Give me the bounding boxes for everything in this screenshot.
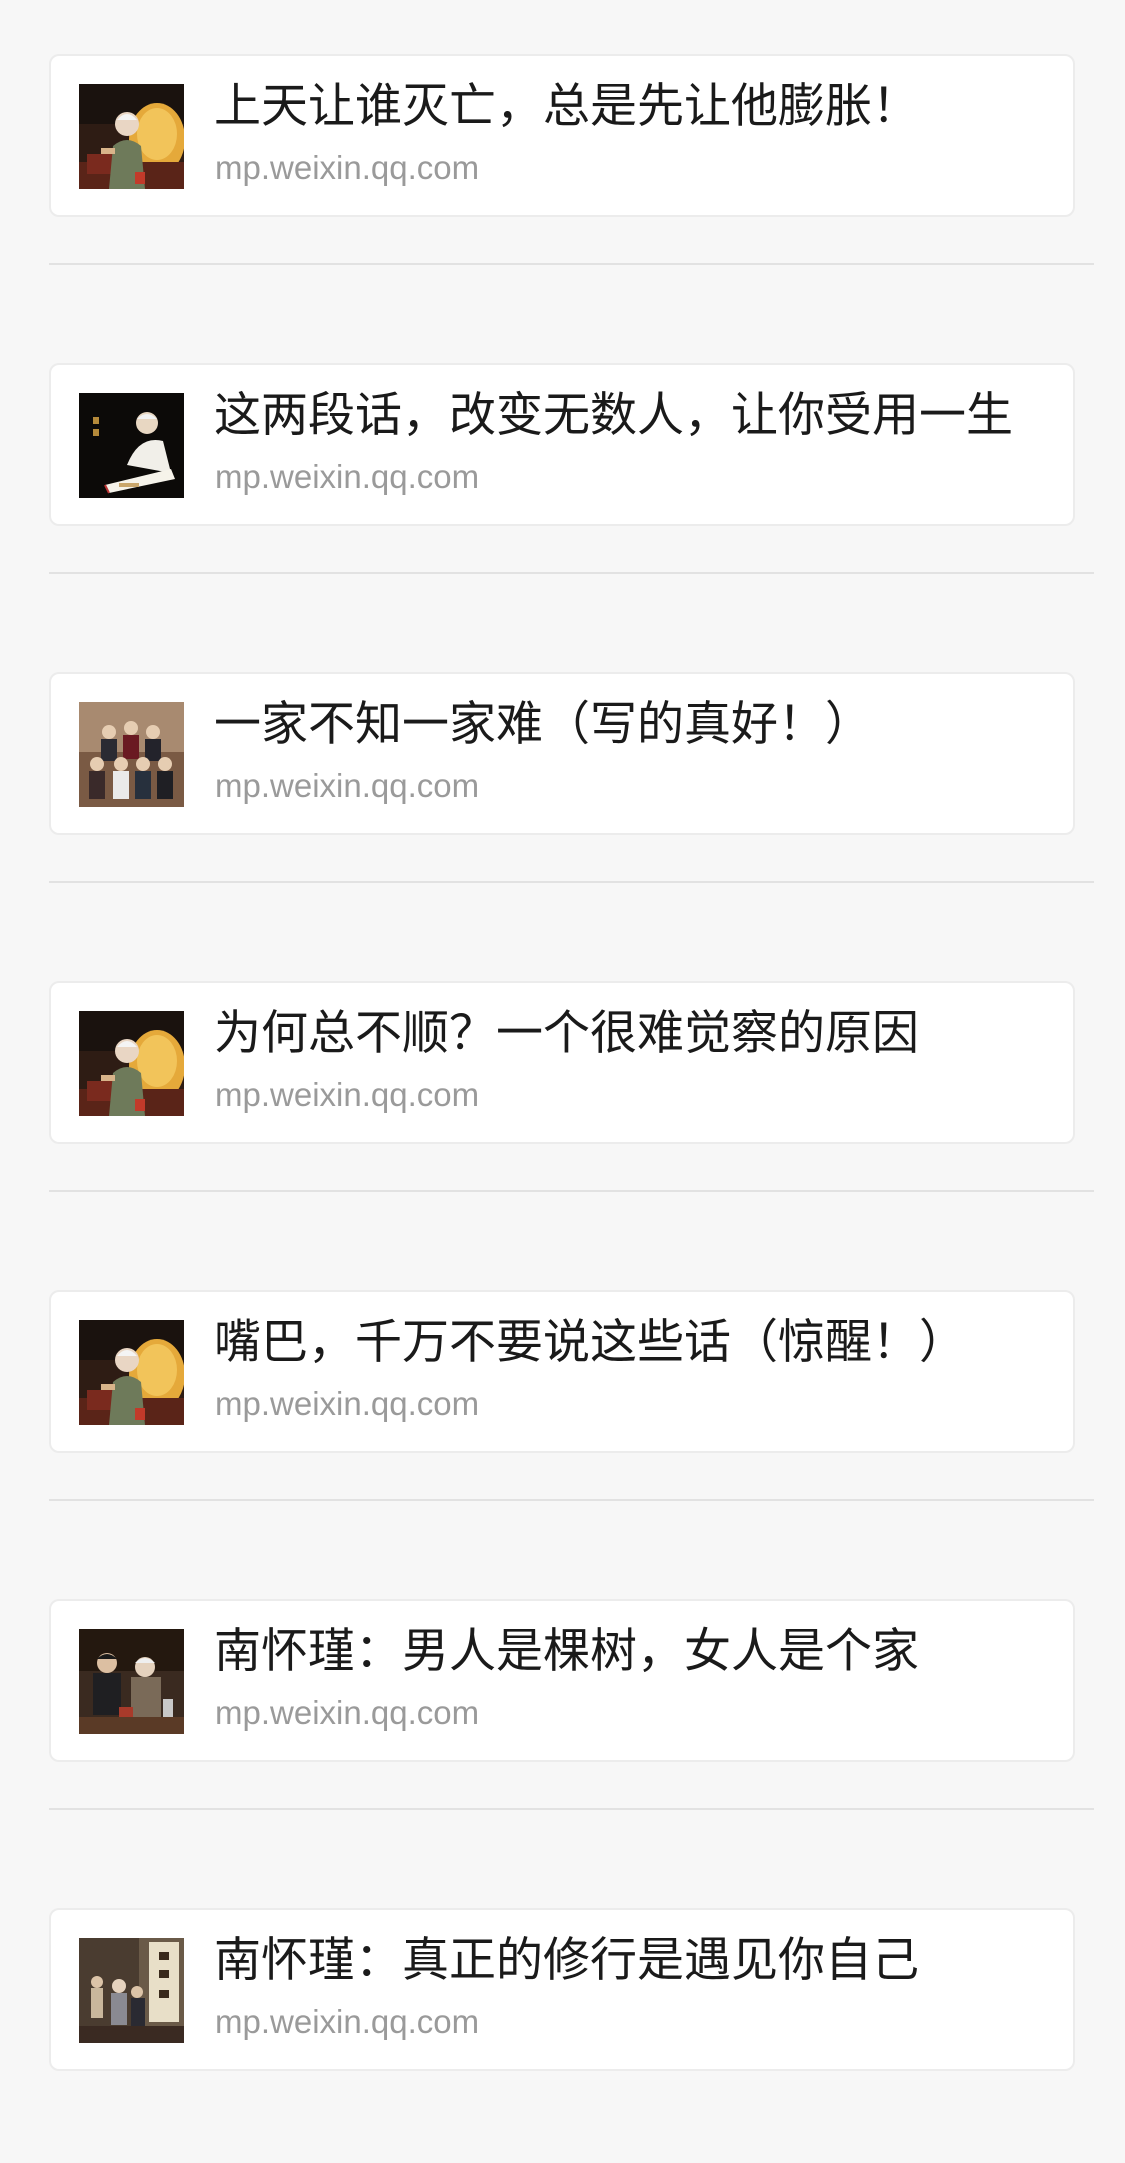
article-item: 嘴巴，千万不要说这些话（惊醒！） mp.weixin.qq.com: [0, 1236, 1125, 1545]
article-card[interactable]: 嘴巴，千万不要说这些话（惊醒！） mp.weixin.qq.com: [49, 1290, 1075, 1453]
article-item: 上天让谁灭亡，总是先让他膨胀！ mp.weixin.qq.com: [0, 0, 1125, 309]
article-source: mp.weixin.qq.com: [215, 767, 480, 804]
article-title: 南怀瑾：真正的修行是遇见你自己: [214, 1933, 919, 1988]
article-source: mp.weixin.qq.com: [215, 149, 480, 186]
article-source: mp.weixin.qq.com: [215, 1694, 480, 1731]
article-card[interactable]: 这两段话，改变无数人，让你受用一生 mp.weixin.qq.com: [49, 363, 1075, 526]
article-title: 一家不知一家难（写的真好！）: [214, 697, 872, 752]
lecture-hall-calligraphy-thumbnail-icon: [79, 1938, 184, 2043]
article-card[interactable]: 一家不知一家难（写的真好！） mp.weixin.qq.com: [49, 672, 1075, 835]
article-title: 嘴巴，千万不要说这些话（惊醒！）: [214, 1315, 966, 1370]
article-item: 这两段话，改变无数人，让你受用一生 mp.weixin.qq.com: [0, 309, 1125, 618]
family-group-thumbnail-icon: [79, 702, 184, 807]
article-title: 上天让谁灭亡，总是先让他膨胀！: [214, 79, 919, 134]
elderly-man-calligraphy-thumbnail-icon: [79, 393, 184, 498]
article-item: 为何总不顺？一个很难觉察的原因 mp.weixin.qq.com: [0, 927, 1125, 1236]
article-item: 一家不知一家难（写的真好！） mp.weixin.qq.com: [0, 618, 1125, 927]
two-men-seated-thumbnail-icon: [79, 1629, 184, 1734]
article-source: mp.weixin.qq.com: [215, 458, 480, 495]
elderly-man-yellow-chair-thumbnail-icon: [79, 1011, 184, 1116]
divider: [49, 263, 1094, 265]
article-title: 为何总不顺？一个很难觉察的原因: [214, 1006, 919, 1061]
divider: [49, 881, 1094, 883]
divider: [49, 1499, 1094, 1501]
divider: [49, 1190, 1094, 1192]
elderly-man-yellow-chair-thumbnail-icon: [79, 1320, 184, 1425]
divider: [49, 1808, 1094, 1810]
article-card[interactable]: 上天让谁灭亡，总是先让他膨胀！ mp.weixin.qq.com: [49, 54, 1075, 217]
article-card[interactable]: 南怀瑾：男人是棵树，女人是个家 mp.weixin.qq.com: [49, 1599, 1075, 1762]
divider: [49, 572, 1094, 574]
article-item: 南怀瑾：男人是棵树，女人是个家 mp.weixin.qq.com: [0, 1545, 1125, 1854]
article-source: mp.weixin.qq.com: [215, 2003, 480, 2040]
article-source: mp.weixin.qq.com: [215, 1385, 480, 1422]
elderly-man-yellow-chair-thumbnail-icon: [79, 84, 184, 189]
article-title: 南怀瑾：男人是棵树，女人是个家: [214, 1624, 919, 1679]
article-source: mp.weixin.qq.com: [215, 1076, 480, 1113]
article-card[interactable]: 南怀瑾：真正的修行是遇见你自己 mp.weixin.qq.com: [49, 1908, 1075, 2071]
article-item: 南怀瑾：真正的修行是遇见你自己 mp.weixin.qq.com: [0, 1854, 1125, 2163]
article-card[interactable]: 为何总不顺？一个很难觉察的原因 mp.weixin.qq.com: [49, 981, 1075, 1144]
article-title: 这两段话，改变无数人，让你受用一生: [214, 388, 1013, 443]
